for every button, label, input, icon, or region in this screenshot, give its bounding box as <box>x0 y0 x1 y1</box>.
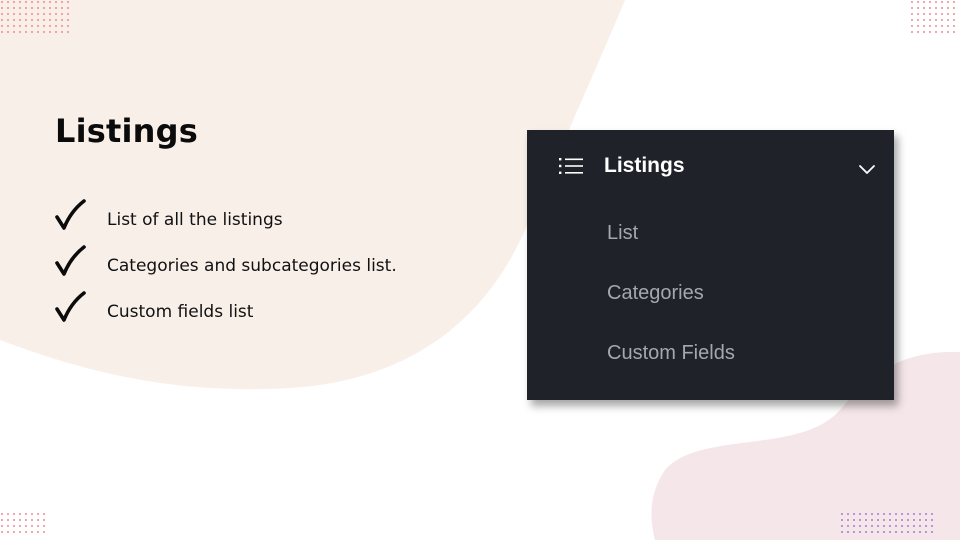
sidebar-menu: Listings List Categories Custom Fields <box>527 130 894 400</box>
sidebar-item-list[interactable]: List <box>607 222 638 245</box>
slide-title: Listings <box>55 112 199 150</box>
sidebar-item-categories[interactable]: Categories <box>607 282 704 305</box>
dot-grid-top-right <box>911 1 955 33</box>
feature-list-item-label: List of all the listings <box>107 210 283 230</box>
dot-grid-bottom-right <box>841 513 933 533</box>
list-icon <box>559 158 583 174</box>
feature-list-item-label: Categories and subcategories list. <box>107 256 397 276</box>
sidebar-item-custom-fields[interactable]: Custom Fields <box>607 342 735 365</box>
dot-grid-top-left <box>1 1 69 33</box>
checkmark-icon <box>55 199 86 230</box>
sidebar-section-listings[interactable]: Listings <box>527 130 894 202</box>
checkmark-icon <box>55 245 86 276</box>
checkmark-icon <box>55 291 86 322</box>
dot-grid-bottom-left <box>1 513 45 533</box>
feature-list-item-label: Custom fields list <box>107 302 254 322</box>
sidebar-section-label: Listings <box>604 154 685 177</box>
chevron-down-icon[interactable] <box>858 163 876 175</box>
